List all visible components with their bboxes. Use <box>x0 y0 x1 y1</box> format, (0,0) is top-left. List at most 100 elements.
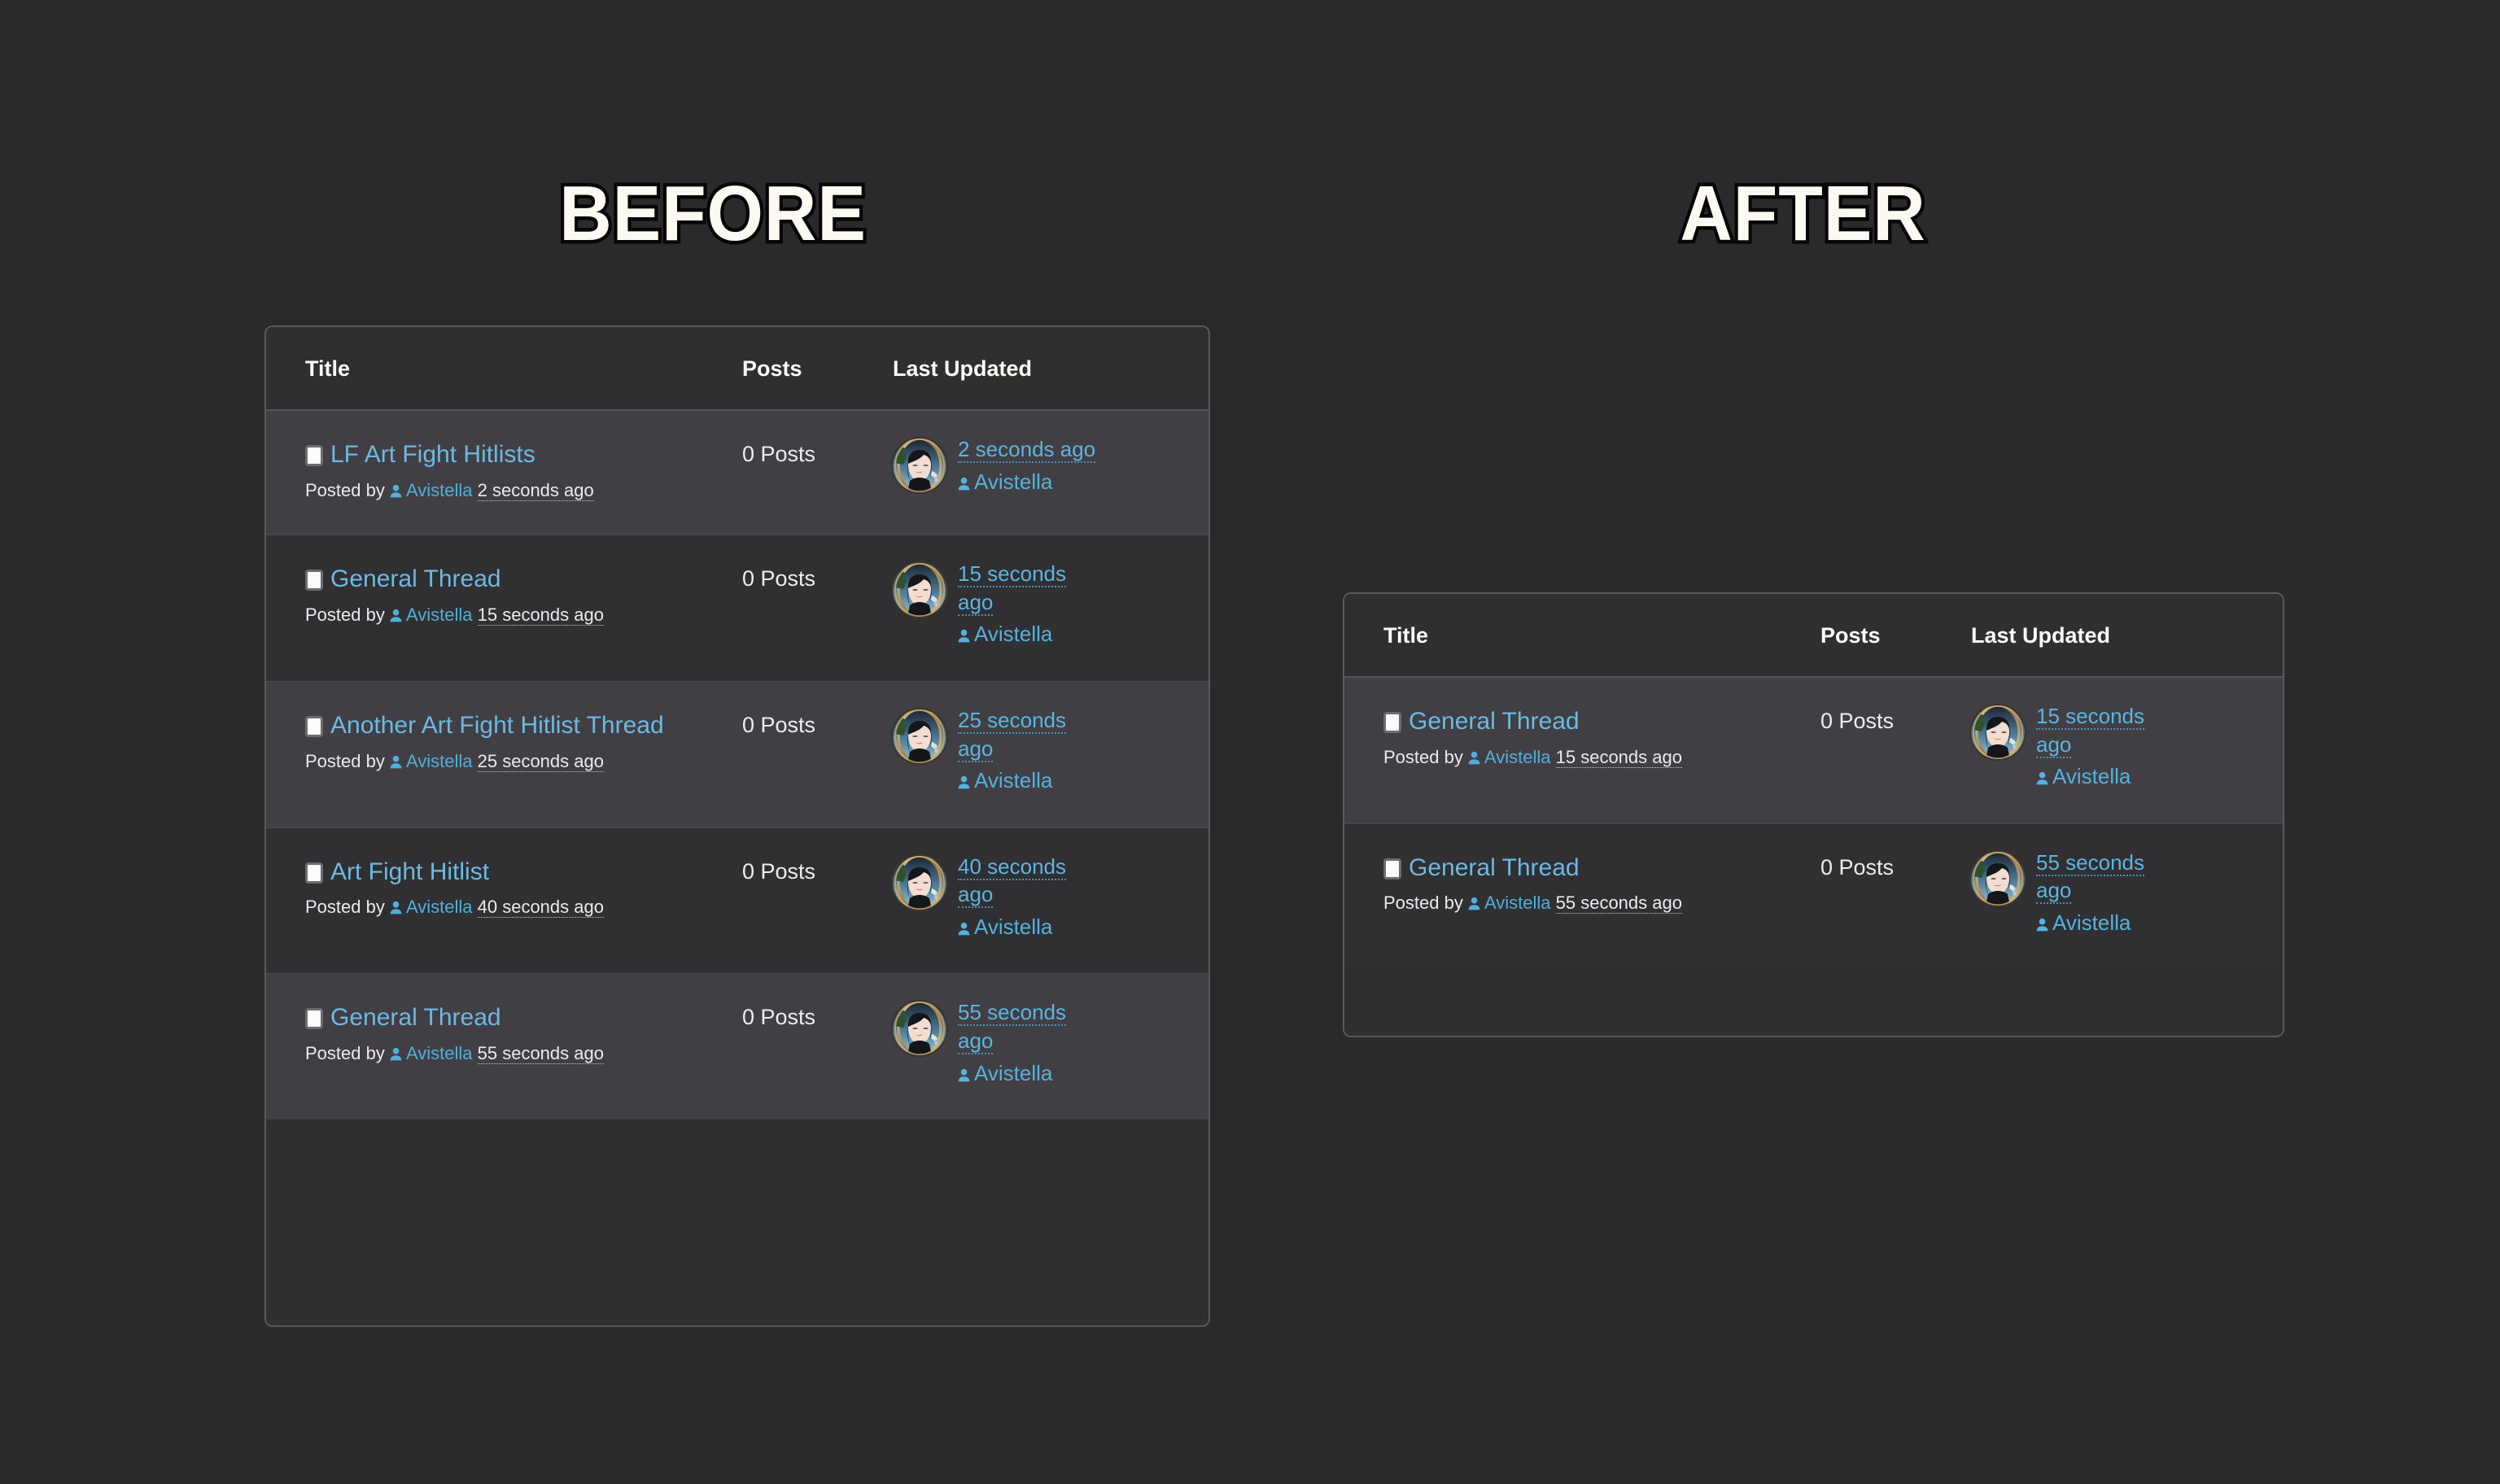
thread-posted-timestamp[interactable]: 2 seconds ago <box>477 479 594 501</box>
thread-posted-timestamp[interactable]: 55 seconds ago <box>1555 893 1682 914</box>
last-updated-author-link[interactable]: Avistella <box>958 766 1096 795</box>
thread-author-link[interactable]: Avistella <box>1484 747 1551 767</box>
avatar[interactable] <box>1971 705 2025 759</box>
last-updated-timestamp-link[interactable]: 15 seconds ago <box>2036 704 2144 758</box>
table-row[interactable]: General Thread Posted by Avistella 55 se… <box>266 973 1208 1120</box>
posted-by-line: Posted by Avistella 15 seconds ago <box>1383 745 1820 770</box>
table-row[interactable]: LF Art Fight Hitlists Posted by Avistell… <box>266 410 1208 536</box>
note-icon <box>305 716 323 738</box>
note-icon <box>305 1008 323 1030</box>
thread-title-cell: General Thread Posted by Avistella 15 se… <box>1344 677 1820 824</box>
thread-title-line: General Thread <box>305 563 742 596</box>
thread-posted-timestamp[interactable]: 25 seconds ago <box>477 750 604 772</box>
note-icon <box>305 570 323 591</box>
last-updated-timestamp-link[interactable]: 2 seconds ago <box>958 437 1096 463</box>
last-updated-timestamp-link[interactable]: 15 seconds ago <box>958 561 1066 616</box>
last-updated-timestamp-link[interactable]: 25 seconds ago <box>958 708 1066 762</box>
last-updated-text: 2 seconds ago Avistella <box>958 435 1096 496</box>
last-updated-author-name: Avistella <box>974 469 1053 494</box>
thread-title-link[interactable]: General Thread <box>330 1002 501 1034</box>
avatar[interactable] <box>893 855 946 910</box>
last-updated-author-name: Avistella <box>974 1060 1053 1085</box>
thread-author-link[interactable]: Avistella <box>406 605 473 625</box>
last-updated-author-link[interactable]: Avistella <box>2036 762 2174 791</box>
last-updated-author-name: Avistella <box>2052 910 2131 935</box>
user-icon <box>958 922 970 936</box>
thread-title-link[interactable]: Another Art Fight Hitlist Thread <box>330 709 664 742</box>
user-icon <box>958 477 970 491</box>
thread-author-link[interactable]: Avistella <box>1484 893 1551 913</box>
avatar[interactable] <box>893 1002 946 1056</box>
thread-title-line: Another Art Fight Hitlist Thread <box>305 709 742 742</box>
table-row[interactable]: General Thread Posted by Avistella 55 se… <box>1344 823 2283 970</box>
last-updated-author-link[interactable]: Avistella <box>958 468 1095 496</box>
after-section-heading: AFTER <box>1676 170 1929 257</box>
post-count-cell: 0 Posts <box>742 410 893 536</box>
posted-by-label: Posted by <box>305 479 385 500</box>
posted-by-line: Posted by Avistella 55 seconds ago <box>305 1041 742 1066</box>
last-updated-timestamp-link[interactable]: 55 seconds ago <box>958 1000 1066 1055</box>
last-updated-timestamp-link[interactable]: 55 seconds ago <box>2036 849 2144 905</box>
column-header-posts[interactable]: Posts <box>1820 594 1971 678</box>
column-header-title[interactable]: Title <box>266 327 742 411</box>
column-header-title[interactable]: Title <box>1344 594 1820 678</box>
last-updated-author-link[interactable]: Avistella <box>958 1059 1096 1088</box>
last-updated-author-name: Avistella <box>2052 764 2131 789</box>
post-count-cell: 0 Posts <box>1820 854 1895 879</box>
posted-by-label: Posted by <box>1383 893 1463 914</box>
post-count-cell: 0 Posts <box>742 535 893 683</box>
avatar[interactable] <box>893 563 946 618</box>
thread-title-link[interactable]: General Thread <box>1409 852 1580 884</box>
thread-author-link[interactable]: Avistella <box>406 480 473 500</box>
last-updated-wrap: 25 seconds ago Avistella <box>893 706 1208 795</box>
thread-posted-timestamp[interactable]: 40 seconds ago <box>477 897 604 919</box>
column-header-posts[interactable]: Posts <box>742 327 893 411</box>
thread-author-link[interactable]: Avistella <box>406 897 473 917</box>
thread-title-line: General Thread <box>1383 852 1820 884</box>
last-updated-cell: 15 seconds ago Avistella <box>893 535 1208 683</box>
note-icon <box>1383 712 1401 733</box>
last-updated-cell: 55 seconds ago Avistella <box>1971 823 2283 969</box>
post-count-cell: 0 Posts <box>1820 677 1971 824</box>
column-header-last-updated[interactable]: Last Updated <box>893 327 1208 411</box>
avatar[interactable] <box>893 439 946 492</box>
thread-title-cell: General Thread Posted by Avistella 55 se… <box>266 974 742 1120</box>
posted-by-line: Posted by Avistella 40 seconds ago <box>305 895 742 919</box>
last-updated-author-name: Avistella <box>974 914 1053 939</box>
thread-author-link[interactable]: Avistella <box>406 751 473 771</box>
thread-title-link[interactable]: Art Fight Hitlist <box>330 856 489 888</box>
user-icon <box>2036 918 2048 932</box>
user-icon <box>390 609 402 622</box>
thread-title-link[interactable]: General Thread <box>330 563 501 596</box>
thread-title-link[interactable]: General Thread <box>1409 705 1580 738</box>
thread-posted-timestamp[interactable]: 15 seconds ago <box>477 604 604 626</box>
thread-title-link[interactable]: LF Art Fight Hitlists <box>330 439 535 471</box>
last-updated-author-link[interactable]: Avistella <box>958 620 1096 648</box>
last-updated-author-name: Avistella <box>974 768 1053 793</box>
thread-title-cell: General Thread Posted by Avistella 15 se… <box>266 535 742 683</box>
table-row[interactable]: General Thread Posted by Avistella 15 se… <box>1344 677 2283 824</box>
avatar[interactable] <box>1971 851 2025 906</box>
thread-title-line: General Thread <box>1383 705 1820 738</box>
thread-author-link[interactable]: Avistella <box>406 1043 473 1063</box>
last-updated-timestamp-link[interactable]: 40 seconds ago <box>958 853 1066 909</box>
avatar[interactable] <box>893 709 946 764</box>
table-row[interactable]: Another Art Fight Hitlist Thread Posted … <box>266 681 1208 828</box>
posted-by-line: Posted by Avistella 55 seconds ago <box>1383 891 1820 915</box>
table-header-row: Title Posts Last Updated <box>1344 594 2283 678</box>
thread-posted-timestamp[interactable]: 55 seconds ago <box>477 1043 604 1065</box>
last-updated-author-link[interactable]: Avistella <box>2036 909 2174 937</box>
table-row[interactable]: General Thread Posted by Avistella 15 se… <box>266 535 1208 683</box>
thread-title-cell: LF Art Fight Hitlists Posted by Avistell… <box>266 410 742 536</box>
after-thread-table-panel: Title Posts Last Updated General Thread … <box>1343 592 2284 1037</box>
last-updated-wrap: 55 seconds ago Avistella <box>1971 849 2283 937</box>
user-icon <box>2036 771 2048 785</box>
thread-posted-timestamp[interactable]: 15 seconds ago <box>1555 746 1682 768</box>
table-row[interactable]: Art Fight Hitlist Posted by Avistella 40… <box>266 827 1208 975</box>
last-updated-wrap: 40 seconds ago Avistella <box>893 853 1208 941</box>
note-icon <box>305 862 323 884</box>
last-updated-text: 15 seconds ago Avistella <box>2036 702 2174 791</box>
last-updated-author-link[interactable]: Avistella <box>958 913 1096 941</box>
column-header-last-updated[interactable]: Last Updated <box>1971 594 2283 678</box>
last-updated-text: 55 seconds ago Avistella <box>958 998 1096 1087</box>
